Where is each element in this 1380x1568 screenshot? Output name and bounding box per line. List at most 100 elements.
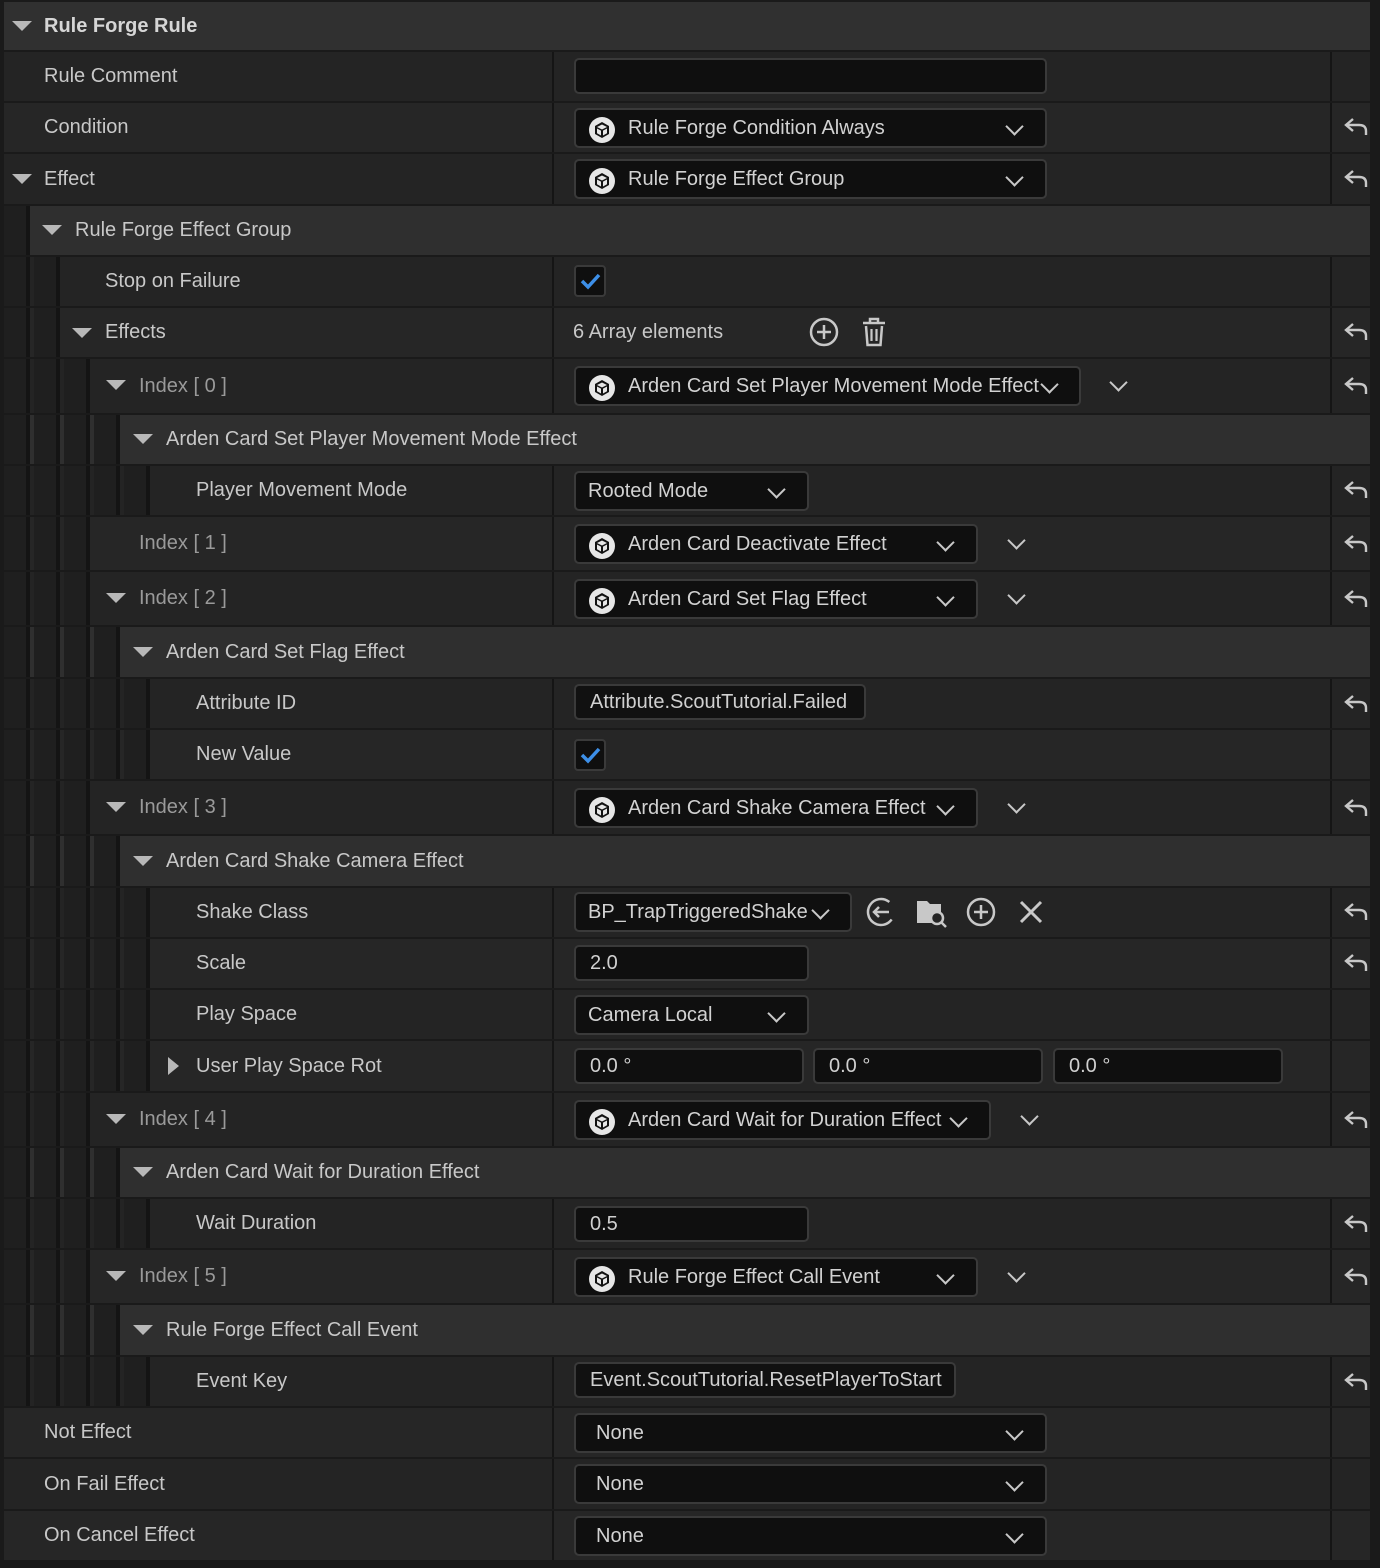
- column-splitter[interactable]: [552, 1093, 554, 1146]
- wait-duration-numeric-input[interactable]: 0.5: [574, 1206, 809, 1242]
- scale-numeric-input[interactable]: 2.0: [574, 945, 809, 981]
- element-class-combo[interactable]: Arden Card Set Flag Effect: [574, 579, 978, 619]
- expand-arrow-icon[interactable]: [42, 225, 62, 235]
- reset-to-default-icon[interactable]: [1344, 534, 1368, 554]
- column-splitter[interactable]: [552, 572, 554, 625]
- stop-on-failure-checkbox[interactable]: [574, 265, 606, 297]
- indent-guide: [4, 1041, 30, 1091]
- column-splitter[interactable]: [552, 1250, 554, 1303]
- clear-icon[interactable]: [1015, 896, 1047, 928]
- expand-arrow-icon[interactable]: [133, 856, 153, 866]
- column-splitter[interactable]: [552, 939, 554, 988]
- reset-to-default-icon[interactable]: [1344, 1214, 1368, 1234]
- use-selected-icon[interactable]: [865, 896, 897, 928]
- column-splitter[interactable]: [552, 730, 554, 779]
- struct-header-item-0[interactable]: Arden Card Set Player Movement Mode Effe…: [4, 415, 1370, 464]
- column-splitter[interactable]: [552, 308, 554, 357]
- column-splitter[interactable]: [552, 1408, 554, 1457]
- event-key-tag-button[interactable]: Event.ScoutTutorial.ResetPlayerToStart: [574, 1362, 956, 1398]
- reset-to-default-icon[interactable]: [1344, 589, 1368, 609]
- not-effect-class-combo[interactable]: None: [574, 1413, 1047, 1453]
- reset-to-default-icon[interactable]: [1344, 169, 1368, 189]
- category-header[interactable]: Rule Forge Rule: [4, 2, 1370, 50]
- element-class-combo[interactable]: Rule Forge Effect Call Event: [574, 1257, 978, 1297]
- expand-arrow-icon[interactable]: [12, 174, 32, 184]
- reset-to-default-icon[interactable]: [1344, 480, 1368, 500]
- column-splitter[interactable]: [552, 781, 554, 834]
- column-splitter[interactable]: [552, 359, 554, 413]
- add-element-icon[interactable]: [965, 896, 997, 928]
- element-menu-chevron-icon[interactable]: [1020, 1107, 1039, 1126]
- reset-to-default-icon[interactable]: [1344, 322, 1368, 342]
- column-splitter[interactable]: [552, 1041, 554, 1091]
- rotation-roll-input[interactable]: 0.0 °: [574, 1048, 804, 1084]
- indent-guide: [34, 257, 60, 306]
- rotation-yaw-input[interactable]: 0.0 °: [1053, 1048, 1283, 1084]
- column-splitter[interactable]: [552, 990, 554, 1039]
- add-element-icon[interactable]: [808, 316, 840, 348]
- browse-asset-icon[interactable]: [915, 896, 947, 928]
- reset-to-default-icon[interactable]: [1344, 376, 1368, 396]
- reset-to-default-icon[interactable]: [1344, 694, 1368, 714]
- element-menu-chevron-icon[interactable]: [1007, 586, 1026, 605]
- collapse-arrow-icon[interactable]: [12, 21, 32, 31]
- rule-comment-input[interactable]: [574, 58, 1047, 94]
- on-fail-effect-class-combo[interactable]: None: [574, 1464, 1047, 1504]
- play-space-enum[interactable]: Camera Local: [574, 995, 809, 1035]
- column-splitter[interactable]: [552, 1459, 554, 1509]
- column-splitter[interactable]: [552, 517, 554, 570]
- reset-to-default-icon[interactable]: [1344, 1110, 1368, 1130]
- element-menu-chevron-icon[interactable]: [1007, 531, 1026, 550]
- column-splitter[interactable]: [552, 1199, 554, 1248]
- expand-arrow-icon[interactable]: [133, 1325, 153, 1335]
- column-splitter[interactable]: [552, 1511, 554, 1560]
- element-class-combo[interactable]: Arden Card Deactivate Effect: [574, 524, 978, 564]
- column-splitter[interactable]: [552, 888, 554, 937]
- reset-to-default-icon[interactable]: [1344, 902, 1368, 922]
- column-splitter[interactable]: [552, 679, 554, 728]
- column-splitter[interactable]: [552, 52, 554, 101]
- element-class-combo[interactable]: Arden Card Shake Camera Effect: [574, 788, 978, 828]
- struct-header-item-5[interactable]: Rule Forge Effect Call Event: [4, 1305, 1370, 1355]
- reset-to-default-icon[interactable]: [1344, 117, 1368, 137]
- column-splitter[interactable]: [552, 154, 554, 204]
- expand-arrow-icon[interactable]: [168, 1057, 179, 1075]
- column-splitter: [1330, 103, 1332, 152]
- reset-to-default-icon[interactable]: [1344, 798, 1368, 818]
- struct-header-item-3[interactable]: Arden Card Shake Camera Effect: [4, 836, 1370, 886]
- reset-to-default-icon[interactable]: [1344, 1267, 1368, 1287]
- struct-header-item-2[interactable]: Arden Card Set Flag Effect: [4, 627, 1370, 677]
- column-splitter[interactable]: [552, 103, 554, 152]
- attribute-id-tag-button[interactable]: Attribute.ScoutTutorial.Failed: [574, 684, 866, 720]
- reset-to-default-icon[interactable]: [1344, 1372, 1368, 1392]
- shake-class-picker[interactable]: BP_TrapTriggeredShake: [574, 892, 852, 932]
- expand-arrow-icon[interactable]: [133, 1167, 153, 1177]
- new-value-checkbox[interactable]: [574, 739, 606, 771]
- expand-arrow-icon[interactable]: [106, 1114, 126, 1124]
- condition-class-combo[interactable]: Rule Forge Condition Always: [574, 108, 1047, 148]
- element-class-combo[interactable]: Arden Card Set Player Movement Mode Effe…: [574, 366, 1081, 406]
- element-menu-chevron-icon[interactable]: [1109, 373, 1128, 392]
- expand-arrow-icon[interactable]: [106, 380, 126, 390]
- expand-arrow-icon[interactable]: [72, 328, 92, 338]
- expand-arrow-icon[interactable]: [133, 434, 153, 444]
- rotation-pitch-input[interactable]: 0.0 °: [813, 1048, 1043, 1084]
- expand-arrow-icon[interactable]: [106, 593, 126, 603]
- column-splitter: [1330, 1511, 1332, 1560]
- expand-arrow-icon[interactable]: [106, 1271, 126, 1281]
- column-splitter[interactable]: [552, 257, 554, 306]
- element-menu-chevron-icon[interactable]: [1007, 1264, 1026, 1283]
- delete-all-icon[interactable]: [858, 316, 890, 348]
- column-splitter[interactable]: [552, 466, 554, 515]
- struct-header-effect-group[interactable]: Rule Forge Effect Group: [4, 206, 1370, 255]
- expand-arrow-icon[interactable]: [133, 647, 153, 657]
- element-class-combo[interactable]: Arden Card Wait for Duration Effect: [574, 1100, 991, 1140]
- effect-class-combo[interactable]: Rule Forge Effect Group: [574, 159, 1047, 199]
- element-menu-chevron-icon[interactable]: [1007, 795, 1026, 814]
- on-cancel-effect-class-combo[interactable]: None: [574, 1516, 1047, 1556]
- struct-header-item-4[interactable]: Arden Card Wait for Duration Effect: [4, 1148, 1370, 1197]
- expand-arrow-icon[interactable]: [106, 802, 126, 812]
- column-splitter[interactable]: [552, 1357, 554, 1406]
- player-movement-mode-enum[interactable]: Rooted Mode: [574, 471, 809, 511]
- reset-to-default-icon[interactable]: [1344, 953, 1368, 973]
